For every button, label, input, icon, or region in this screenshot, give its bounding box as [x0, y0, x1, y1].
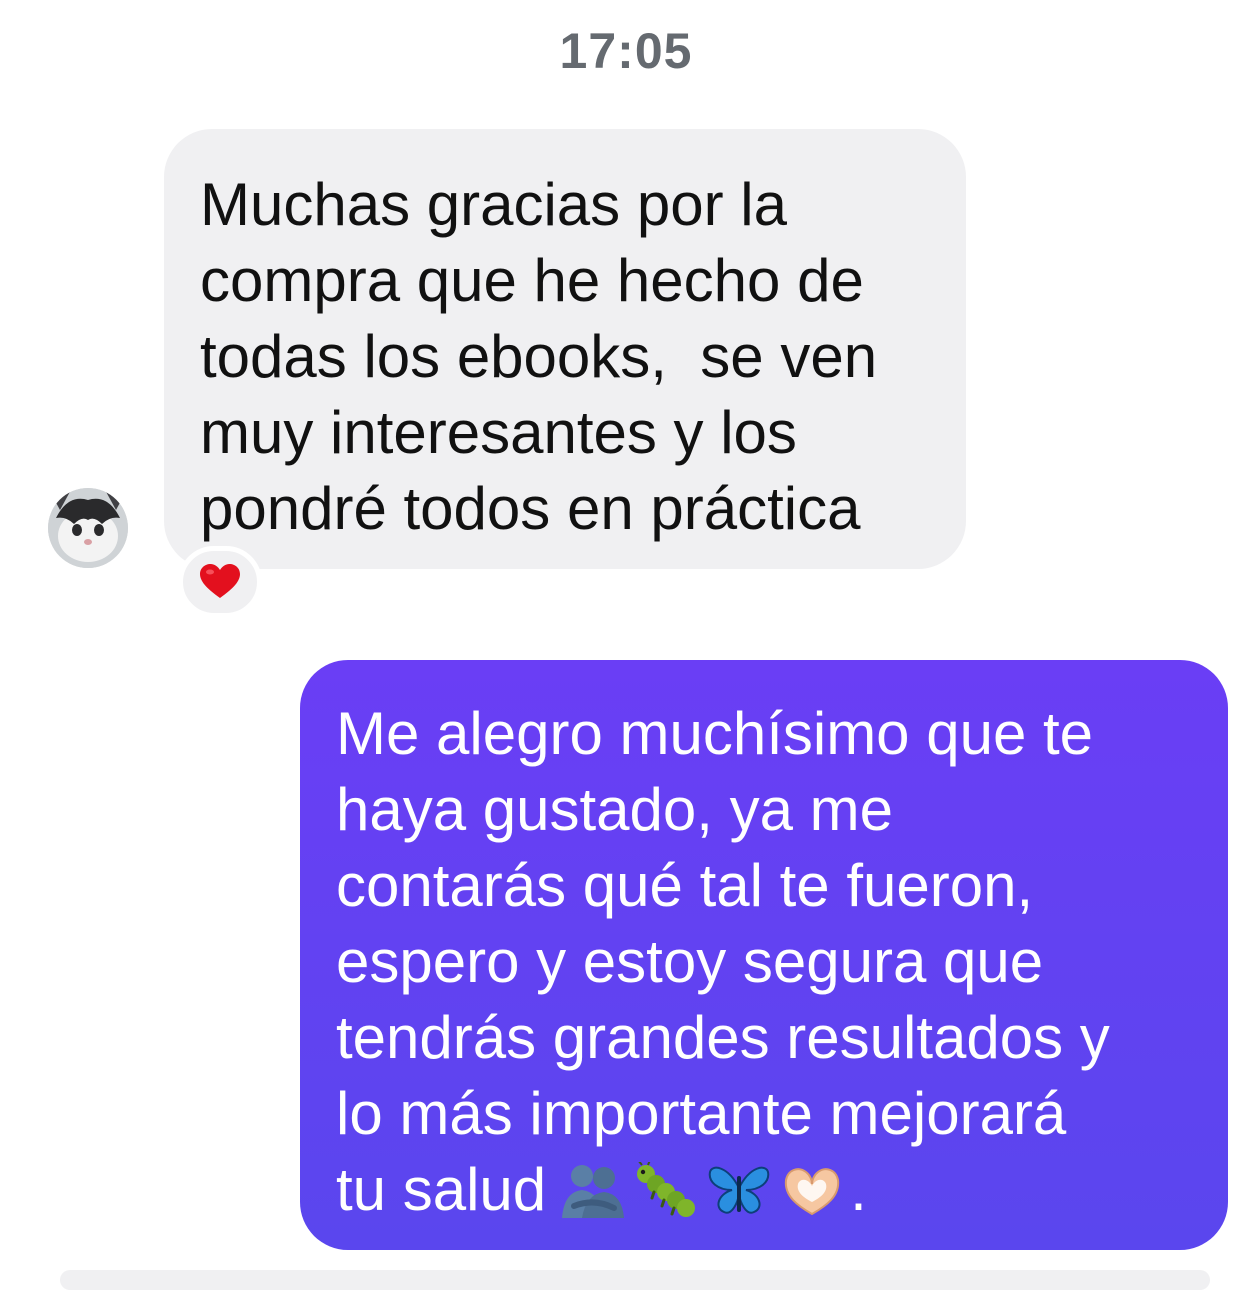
trailing-punctuation: . — [850, 1156, 867, 1223]
people-hugging-icon — [562, 1165, 625, 1218]
caterpillar-icon — [637, 1162, 696, 1217]
heart-hands-icon — [785, 1168, 840, 1216]
emoji-group — [560, 1162, 844, 1218]
incoming-message-text: Muchas gracias por la compra que he hech… — [200, 171, 878, 542]
next-message-bubble-edge — [60, 1270, 1210, 1290]
butterfly-icon — [708, 1166, 770, 1214]
outgoing-message-body: Me alegro muchísimo que te haya gustado,… — [336, 700, 1110, 1223]
sender-avatar[interactable] — [48, 488, 128, 568]
message-timestamp: 17:05 — [559, 23, 693, 79]
incoming-message-bubble[interactable]: Muchas gracias por la compra que he hech… — [164, 129, 966, 569]
outgoing-message-text: Me alegro muchísimo que te haya gustado,… — [336, 696, 1198, 1228]
outgoing-message-bubble[interactable]: Me alegro muchísimo que te haya gustado,… — [300, 660, 1228, 1250]
heart-icon — [200, 564, 240, 598]
message-reaction[interactable] — [178, 546, 262, 618]
kitten-photo-icon — [48, 488, 128, 568]
